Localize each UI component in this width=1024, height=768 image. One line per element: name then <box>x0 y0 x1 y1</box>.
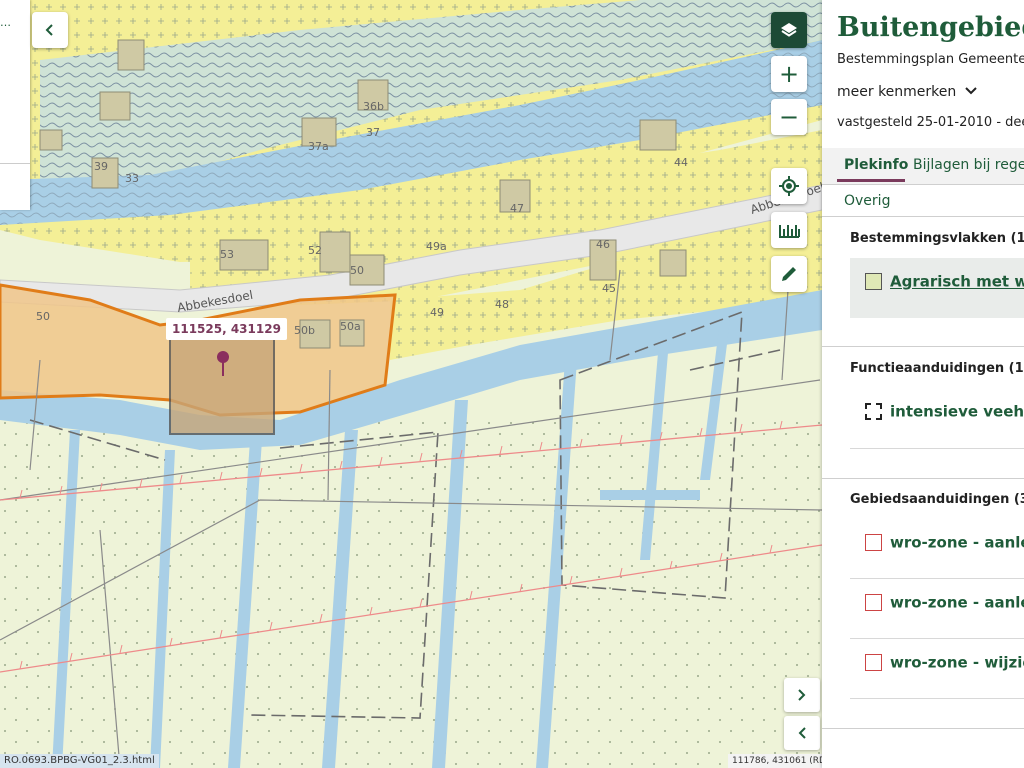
gebiedsaanduiding-item[interactable]: wro-zone - wijzigin <box>865 653 1024 672</box>
draw-button[interactable] <box>771 256 807 292</box>
legend-swatch <box>865 534 882 551</box>
next-button[interactable] <box>784 678 820 712</box>
minus-icon: − <box>778 103 800 131</box>
ruler-icon <box>779 225 800 238</box>
zoom-out-button[interactable]: − <box>771 99 807 135</box>
prev-button[interactable] <box>784 716 820 750</box>
more-features-label: meer kenmerken <box>837 84 957 100</box>
cursor-coordinates: 111786, 431061 (RD) <box>728 754 822 768</box>
chevron-left-icon <box>798 727 806 739</box>
legend-swatch <box>865 594 882 611</box>
section-heading: Gebiedsaanduidingen (3) <box>850 492 1024 507</box>
collapsed-side-panel: … <box>0 0 30 210</box>
tab-plekinfo[interactable]: Plekinfo <box>844 157 908 173</box>
plan-file-link[interactable]: RO.0693.BPBG-VG01_2.3.html <box>0 754 159 768</box>
legend-swatch <box>865 273 882 290</box>
gebiedsaanduiding-item[interactable]: wro-zone - aanleg <box>865 593 1024 612</box>
layers-button[interactable] <box>771 12 807 48</box>
plan-status: vastgesteld 25-01-2010 - deel <box>837 115 1024 130</box>
map-canvas[interactable]: 39 33 37a 36b 37 53 52 50 49 49a 48 47 4… <box>0 0 822 768</box>
pencil-icon <box>782 267 796 281</box>
location-pin-icon[interactable] <box>215 350 231 380</box>
measure-button[interactable] <box>771 212 807 248</box>
overig-link[interactable]: Overig <box>844 193 890 209</box>
chevron-left-icon <box>45 24 53 36</box>
more-features-toggle[interactable]: meer kenmerken <box>837 84 978 100</box>
section-heading: Functieaanduidingen (1) <box>850 361 1024 376</box>
functieaanduiding-item[interactable]: intensieve veehou <box>865 402 1024 421</box>
locate-button[interactable] <box>771 168 807 204</box>
locate-icon <box>779 176 799 196</box>
coordinate-popup: 111525, 431129 <box>166 318 287 340</box>
chevron-down-icon <box>964 84 978 100</box>
plan-subtitle: Bestemmingsplan Gemeente <box>837 52 1024 67</box>
active-tab-indicator <box>837 179 905 182</box>
plan-title: Buitengebied C <box>837 12 1024 43</box>
layers-icon <box>781 23 797 37</box>
map-base-layer <box>0 0 822 768</box>
gebiedsaanduiding-item[interactable]: wro-zone - aanleg <box>865 533 1024 552</box>
bestemmingsvlak-item[interactable]: Agrarisch met waa <box>865 272 1024 291</box>
zoom-in-button[interactable]: + <box>771 56 807 92</box>
info-panel: Buitengebied C Bestemmingsplan Gemeente … <box>822 0 1024 768</box>
legend-swatch <box>865 654 882 671</box>
section-heading: Bestemmingsvlakken (1) <box>850 231 1024 246</box>
tab-bijlagen[interactable]: Bijlagen bij regels <box>913 157 1024 173</box>
plus-icon: + <box>778 60 800 88</box>
chevron-right-icon <box>798 689 806 701</box>
collapse-panel-button[interactable] <box>32 12 68 48</box>
legend-swatch <box>865 403 882 420</box>
